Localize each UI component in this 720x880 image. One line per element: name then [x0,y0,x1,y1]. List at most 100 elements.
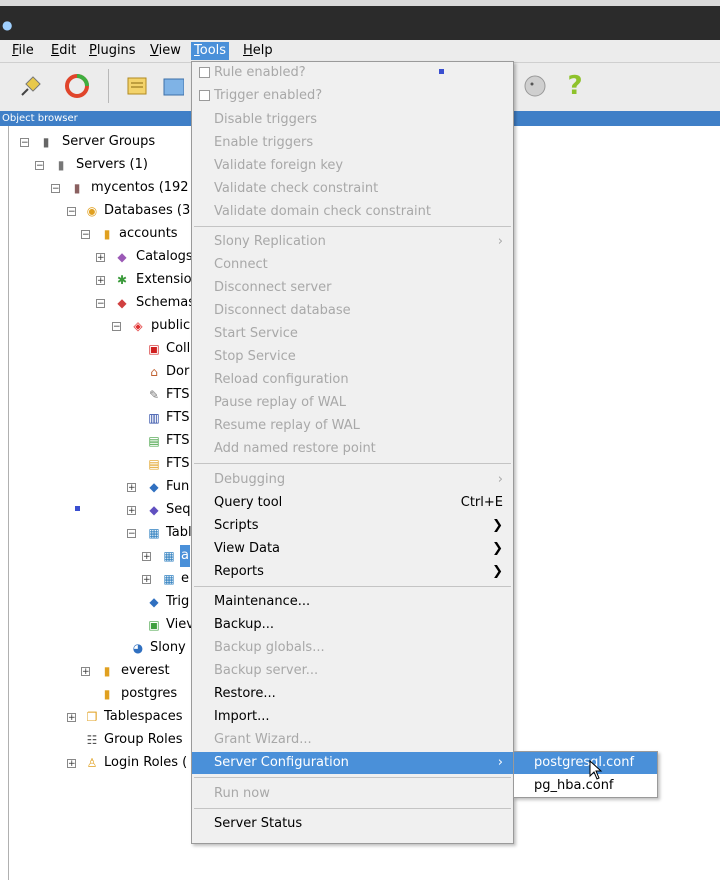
menu-item-grant-wizard[interactable]: Grant Wizard... [192,729,513,751]
submenu-arrow-icon: ❯ [492,518,503,533]
submenu-arrow-icon: › [497,755,503,770]
menu-item-disconnect-server[interactable]: Disconnect server [192,277,513,299]
window-titlebar: ● [0,0,720,40]
fts-templates-icon: ▤ [148,457,160,471]
menu-item-debugging[interactable]: Debugging › [192,469,513,491]
group-roles-icon: ☷ [86,733,98,747]
menu-item-server-status[interactable]: Server Status [192,813,513,835]
menu-separator [194,586,511,587]
menu-item-reload-configuration[interactable]: Reload configuration [192,369,513,391]
properties-icon[interactable] [122,71,152,101]
submenu-arrow-icon: › [497,472,503,487]
table-icon: ▦ [163,572,175,586]
expand-icon[interactable]: + [142,575,151,585]
collapse-icon[interactable]: − [112,322,121,332]
menu-item-validate-domain-check[interactable]: Validate domain check constraint [192,201,513,223]
functions-icon: ◆ [149,480,159,494]
expand-icon[interactable]: + [81,667,90,677]
help-icon[interactable]: ? [560,71,590,101]
menu-item-slony-replication[interactable]: Slony Replication › [192,231,513,253]
menu-item-enable-triggers[interactable]: Enable triggers [192,132,513,154]
collapse-icon[interactable]: − [67,207,76,217]
checkbox-icon[interactable] [199,90,210,101]
menu-plugins[interactable]: Plugins [86,42,139,60]
create-icon[interactable] [162,71,184,101]
menu-file[interactable]: File [9,42,37,60]
databases-icon: ◉ [86,204,98,218]
menu-item-trigger-enabled[interactable]: Trigger enabled? [192,85,513,107]
submenu-item-pg-hba-conf[interactable]: pg_hba.conf [514,775,657,797]
menu-item-view-data[interactable]: View Data ❯ [192,538,513,560]
server-groups-icon: ▮ [42,135,50,149]
tables-icon: ▦ [148,526,160,540]
mouse-cursor-icon [589,760,603,780]
menu-item-validate-check-constraint[interactable]: Validate check constraint [192,178,513,200]
sequences-icon: ◆ [149,503,159,517]
plug-icon[interactable] [16,71,46,101]
expand-icon[interactable]: + [96,276,105,286]
expand-icon[interactable]: + [127,506,136,516]
collapse-icon[interactable]: − [81,230,90,240]
server-configuration-submenu: postgresql.conf pg_hba.conf [513,751,658,798]
expand-icon[interactable]: + [67,713,76,723]
menu-separator [194,808,511,809]
menu-item-server-configuration[interactable]: Server Configuration › [192,752,513,774]
menu-item-restore[interactable]: Restore... [192,683,513,705]
menu-item-connect[interactable]: Connect [192,254,513,276]
marker-dot [75,506,80,511]
toolbar-separator [108,69,109,103]
menu-item-pause-replay[interactable]: Pause replay of WAL [192,392,513,414]
tree-border [8,126,9,880]
extensions-icon: ✱ [116,273,128,287]
submenu-arrow-icon: ❯ [492,541,503,556]
menu-item-import[interactable]: Import... [192,706,513,728]
servers-icon: ▮ [57,158,65,172]
schemas-icon: ◆ [117,296,127,310]
collapse-icon[interactable]: − [35,161,44,171]
menu-item-resume-replay[interactable]: Resume replay of WAL [192,415,513,437]
menu-item-validate-foreign-key[interactable]: Validate foreign key [192,155,513,177]
menubar: File Edit Plugins View Tools Help [0,40,720,63]
domains-icon: ⌂ [150,365,158,379]
checkbox-icon[interactable] [199,67,210,78]
menu-tools[interactable]: Tools [191,42,230,60]
collations-icon: ▣ [148,342,160,356]
collapse-icon[interactable]: − [20,138,29,148]
expand-icon[interactable]: + [67,759,76,769]
menu-item-disconnect-database[interactable]: Disconnect database [192,300,513,322]
menu-item-backup-server[interactable]: Backup server... [192,660,513,682]
menu-view[interactable]: View [147,42,184,60]
menu-item-maintenance[interactable]: Maintenance... [192,591,513,613]
slony-icon: ◕ [132,641,144,655]
menu-item-reports[interactable]: Reports ❯ [192,561,513,583]
menu-item-disable-triggers[interactable]: Disable triggers [192,109,513,131]
expand-icon[interactable]: + [127,483,136,493]
menu-item-backup[interactable]: Backup... [192,614,513,636]
collapse-icon[interactable]: − [127,529,136,539]
menu-item-query-tool[interactable]: Query tool Ctrl+E [192,492,513,514]
menu-item-stop-service[interactable]: Stop Service [192,346,513,368]
database-icon: ▮ [103,227,111,241]
menu-item-rule-enabled[interactable]: Rule enabled? [192,62,513,84]
menu-item-scripts[interactable]: Scripts ❯ [192,515,513,537]
menu-help[interactable]: Help [240,42,276,60]
menu-separator [194,777,511,778]
top-strip [0,0,720,6]
collapse-icon[interactable]: − [96,299,105,309]
expand-icon[interactable]: + [142,552,151,562]
catalogs-icon: ◆ [117,250,127,264]
expand-icon[interactable]: + [96,253,105,263]
menu-item-add-restore-point[interactable]: Add named restore point [192,438,513,460]
menu-item-start-service[interactable]: Start Service [192,323,513,345]
elephant-icon[interactable] [520,71,550,101]
menu-item-run-now[interactable]: Run now [192,783,513,805]
database-icon: ▮ [103,664,111,678]
fts-parsers-icon: ▤ [148,434,160,448]
refresh-icon[interactable] [62,71,92,101]
submenu-arrow-icon: › [497,234,503,249]
collapse-icon[interactable]: − [51,184,60,194]
menu-item-backup-globals[interactable]: Backup globals... [192,637,513,659]
submenu-item-postgresql-conf[interactable]: postgresql.conf [514,752,657,774]
menu-edit[interactable]: Edit [48,42,79,60]
login-roles-icon: ♙ [86,756,98,770]
